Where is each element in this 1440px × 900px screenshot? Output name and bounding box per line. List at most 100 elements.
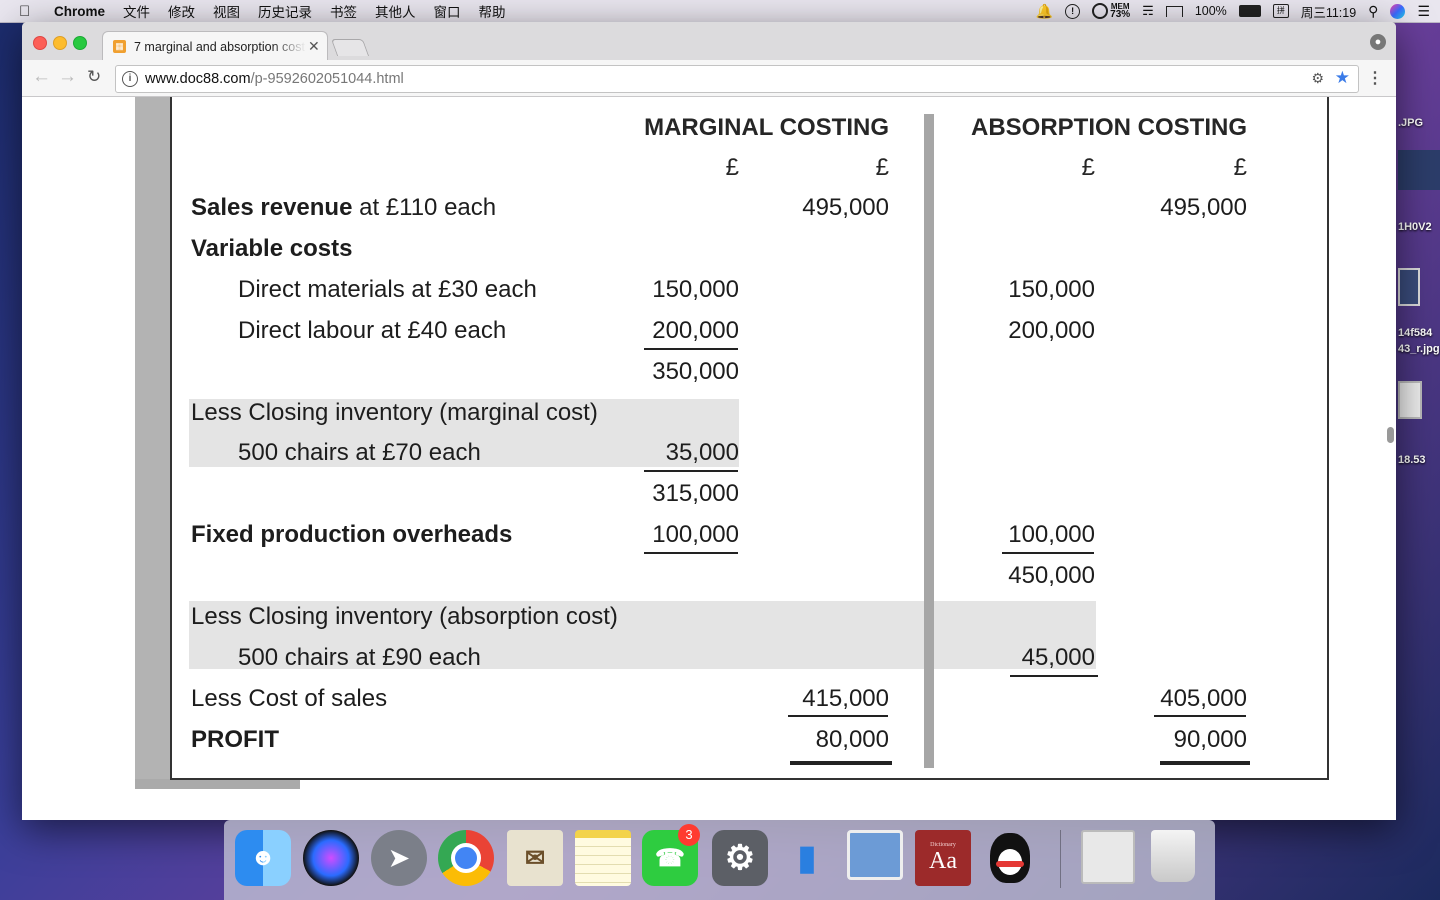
currency-mc-col2: £ — [875, 154, 889, 181]
row-chairs-mc-label: 500 chairs at £70 each — [238, 439, 481, 466]
browser-window: ▦ 7 marginal and absorption costing ✕ ● … — [22, 22, 1396, 820]
dictionary-aa-label: Aa — [929, 847, 957, 874]
airplay-icon[interactable] — [1165, 5, 1183, 17]
menu-help[interactable]: 帮助 — [479, 1, 506, 21]
url-path: /p-9592602051044.html — [250, 71, 404, 87]
dock-siri-icon[interactable] — [303, 830, 359, 886]
bookmark-star-icon[interactable]: ★ — [1335, 68, 1350, 88]
menu-bookmarks[interactable]: 书签 — [330, 1, 357, 21]
browser-toolbar: ← → ↻ i www.doc88.com/p-9592602051044.ht… — [22, 60, 1396, 97]
fixed-mc-value: 100,000 — [652, 521, 739, 548]
siri-icon[interactable] — [1390, 3, 1406, 19]
currency-ac-col2: £ — [1233, 154, 1247, 181]
currency-ac-col1: £ — [1081, 154, 1095, 181]
desktop-file-thumb-1[interactable] — [1398, 150, 1440, 190]
header-absorption-costing: ABSORPTION COSTING — [970, 114, 1247, 141]
row-less-closing-absorption-label: Less Closing inventory (absorption cost) — [191, 603, 618, 630]
back-arrow-icon[interactable]: ← — [32, 66, 51, 88]
chairs-ac-value: 45,000 — [1021, 644, 1095, 671]
notification-center-icon[interactable]: ☰ — [1417, 3, 1430, 20]
menu-bar:  Chrome 文件 修改 视图 历史记录 书签 其他人 窗口 帮助 🔔 ! … — [0, 0, 1440, 23]
tab-close-icon[interactable]: ✕ — [308, 38, 320, 55]
dock-downloads-stack-icon[interactable] — [1081, 830, 1135, 884]
row-chairs-ac-label: 500 chairs at £90 each — [238, 644, 481, 671]
mem-value: 73% — [1110, 9, 1131, 20]
dock-chrome-icon[interactable] — [438, 830, 494, 886]
underline-cos-ac — [1154, 715, 1246, 717]
tab-active[interactable]: ▦ 7 marginal and absorption costing ✕ — [102, 31, 328, 61]
dock-launchpad-icon[interactable]: ➤ — [371, 830, 427, 886]
dock-separator — [1060, 830, 1061, 888]
mem-indicator[interactable]: MEM 73% — [1092, 3, 1131, 20]
desktop-file-label-5[interactable]: 18.53 — [1398, 454, 1426, 466]
dock: ☻ ➤ ✉ ☎ 3 ⚙ ▮ Dictionary Aa — [224, 820, 1215, 900]
profile-avatar-icon[interactable]: ● — [1370, 34, 1386, 50]
battery-icon[interactable] — [1238, 5, 1261, 17]
bell-icon[interactable]: 🔔 — [1036, 3, 1053, 20]
cos-ac-value: 405,000 — [1160, 685, 1247, 712]
window-close-button[interactable] — [33, 36, 47, 50]
document-bottom-shadow — [135, 779, 300, 789]
reload-icon[interactable]: ↻ — [87, 67, 101, 87]
desktop-file-thumb-2[interactable] — [1398, 268, 1420, 306]
menu-app-chrome[interactable]: Chrome — [54, 4, 105, 19]
menu-people[interactable]: 其他人 — [375, 1, 416, 21]
dock-facetime-icon[interactable]: ☎ 3 — [642, 824, 700, 886]
underline-dl-mc — [644, 348, 738, 350]
wifi-icon[interactable]: ☴ — [1142, 3, 1154, 19]
new-tab-button[interactable] — [330, 39, 370, 56]
site-info-icon[interactable]: i — [122, 71, 138, 87]
battery-percent[interactable]: 100% — [1195, 4, 1227, 18]
row-direct-labour-label: Direct labour at £40 each — [238, 317, 507, 344]
scrollbar-thumb[interactable] — [1387, 427, 1394, 443]
dock-system-preferences-icon[interactable]: ⚙ — [712, 830, 768, 886]
input-method-icon[interactable]: 拼 — [1272, 4, 1289, 18]
menu-history[interactable]: 历史记录 — [258, 1, 312, 21]
forward-arrow-icon[interactable]: → — [58, 66, 77, 88]
dock-finder-icon[interactable]: ☻ — [235, 830, 291, 886]
double-underline-profit-ac — [1160, 761, 1250, 765]
row-cost-of-sales-label: Less Cost of sales — [191, 685, 388, 712]
row-direct-materials-label: Direct materials at £30 each — [238, 276, 537, 303]
dock-preview-icon[interactable] — [847, 830, 903, 880]
desktop-file-thumb-3[interactable] — [1398, 381, 1422, 419]
window-minimize-button[interactable] — [53, 36, 67, 50]
row-profit-label: PROFIT — [191, 726, 279, 753]
column-divider — [924, 114, 934, 768]
dock-dictionary-icon[interactable]: Dictionary Aa — [915, 830, 971, 886]
sub-ac-value: 450,000 — [1008, 562, 1095, 589]
desktop-file-label-1[interactable]: .JPG — [1398, 117, 1423, 129]
desktop-file-label-3[interactable]: 14f584 — [1398, 327, 1432, 339]
underline-fixed-ac — [1002, 552, 1094, 554]
info-circle-icon[interactable]: ! — [1065, 3, 1081, 19]
profit-mc-value: 80,000 — [815, 726, 889, 753]
underline-chairs-mc — [644, 470, 738, 472]
menu-file[interactable]: 文件 — [123, 1, 150, 21]
page-viewport[interactable]: MARGINAL COSTING ABSORPTION COSTING £ £ … — [22, 97, 1396, 820]
document-left-shadow — [135, 97, 171, 787]
address-bar[interactable]: i www.doc88.com/p-9592602051044.html ⚙ ★ — [115, 65, 1359, 93]
sales-revenue-rest: at £110 each — [352, 194, 497, 221]
dock-trash-icon[interactable] — [1151, 830, 1195, 882]
menu-window[interactable]: 窗口 — [434, 1, 461, 21]
facetime-badge: 3 — [678, 824, 700, 846]
extension-puzzle-icon[interactable]: ⚙ — [1311, 70, 1324, 87]
window-maximize-button[interactable] — [73, 36, 87, 50]
gauge-icon — [1092, 3, 1109, 19]
dock-mail-icon[interactable]: ✉ — [507, 830, 563, 886]
row-less-closing-marginal-label: Less Closing inventory (marginal cost) — [191, 399, 598, 426]
chrome-menu-icon[interactable]: ⋮ — [1367, 68, 1383, 88]
menu-view[interactable]: 视图 — [213, 1, 240, 21]
double-underline-profit-mc — [790, 761, 892, 765]
spotlight-search-icon[interactable]: ⚲ — [1368, 3, 1378, 20]
dock-keynote-icon[interactable]: ▮ — [779, 830, 835, 886]
desktop-file-label-2[interactable]: 1H0V2 — [1398, 221, 1432, 233]
apple-menu-icon[interactable]:  — [19, 3, 39, 20]
dock-qq-penguin-icon[interactable] — [982, 830, 1038, 886]
desktop-file-label-4[interactable]: 43_r.jpg — [1398, 343, 1440, 355]
clock[interactable]: 周三11:19 — [1301, 2, 1356, 21]
row-fixed-overheads-label: Fixed production overheads — [191, 521, 513, 548]
chairs-mc-value: 35,000 — [665, 439, 739, 466]
dock-notes-icon[interactable] — [575, 830, 631, 886]
menu-edit[interactable]: 修改 — [168, 1, 195, 21]
